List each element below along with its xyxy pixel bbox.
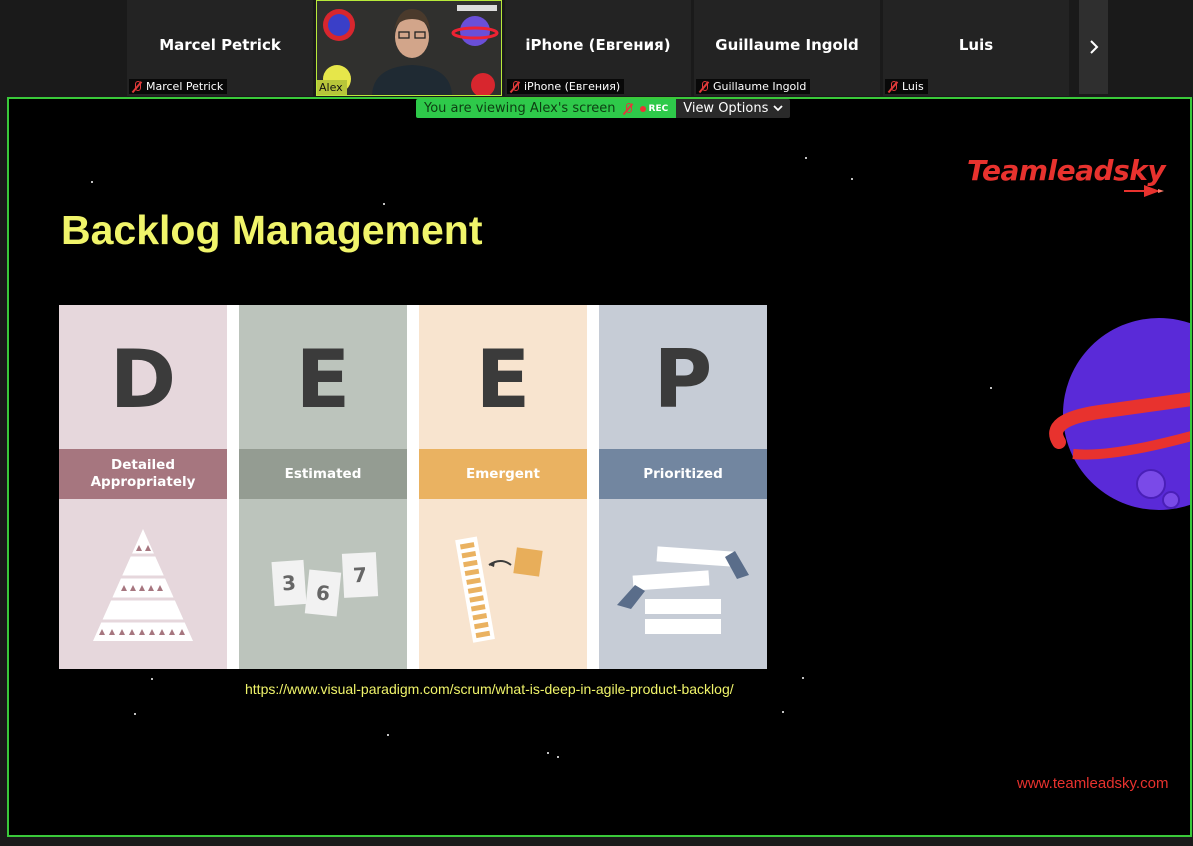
deep-column-estimated: E Estimated 3 6 7 — [239, 305, 407, 669]
estimate-card: 3 — [271, 559, 307, 607]
pyramid-icon — [93, 529, 193, 641]
view-options-button[interactable]: View Options — [676, 99, 791, 118]
star-dot — [383, 203, 385, 205]
participant-tag: Marcel Petrick — [129, 79, 228, 94]
participant-tile-iphone[interactable]: iPhone (Евгения) iPhone (Евгения) — [505, 0, 691, 96]
deep-letter: E — [295, 333, 351, 426]
deep-letter: P — [653, 333, 713, 426]
star-dot — [782, 711, 784, 713]
star-dot — [557, 756, 559, 758]
emergent-list-icon — [455, 536, 543, 643]
star-dot — [134, 713, 136, 715]
participant-tag: Luis — [885, 79, 928, 94]
participant-tag: iPhone (Евгения) — [507, 79, 625, 94]
star-dot — [851, 178, 853, 180]
website-text: www.teamleadsky.com — [1017, 775, 1169, 792]
screen-share-banner: You are viewing Alex's screen REC View O… — [416, 99, 791, 118]
participant-name: iPhone (Евгения) — [525, 36, 671, 54]
participant-strip: Marcel Petrick Marcel Petrick Alex iPhon… — [0, 0, 1193, 97]
participant-tile-guillaume[interactable]: Guillaume Ingold Guillaume Ingold — [694, 0, 880, 96]
mic-muted-icon — [509, 80, 521, 93]
estimate-card: 6 — [304, 569, 342, 617]
star-dot — [387, 734, 389, 736]
viewing-indicator: You are viewing Alex's screen REC — [416, 99, 677, 118]
participant-tag: Guillaume Ingold — [696, 79, 811, 94]
star-dot — [547, 752, 549, 754]
deep-diagram: D Detailed Appropriately E Estimated 3 6… — [59, 305, 767, 669]
participant-name: Luis — [958, 36, 994, 54]
participant-tag: Alex — [317, 80, 347, 95]
deep-column-prioritized: P Prioritized — [599, 305, 767, 669]
participant-name: Marcel Petrick — [159, 36, 281, 54]
next-participants-button[interactable] — [1079, 0, 1108, 94]
deep-column-detailed: D Detailed Appropriately — [59, 305, 227, 669]
rec-dot-icon — [639, 105, 646, 112]
deep-column-emergent: E Emergent — [419, 305, 587, 669]
viewing-label: You are viewing Alex's screen — [424, 101, 616, 116]
deep-label: Prioritized — [599, 449, 767, 499]
mic-muted-icon — [887, 80, 899, 93]
mic-muted-icon — [698, 80, 710, 93]
deep-letter: D — [109, 333, 177, 426]
participant-tile-luis[interactable]: Luis Luis — [883, 0, 1069, 96]
star-dot — [91, 181, 93, 183]
source-link[interactable]: https://www.visual-paradigm.com/scrum/wh… — [245, 681, 734, 697]
chevron-down-icon — [773, 105, 784, 112]
star-dot — [151, 678, 153, 680]
meeting-toolbar — [0, 837, 1193, 846]
estimate-card: 7 — [341, 552, 379, 598]
participant-tile-marcel[interactable]: Marcel Petrick Marcel Petrick — [127, 0, 313, 96]
participant-tile-alex-video[interactable]: Alex — [316, 0, 502, 96]
chevron-right-icon — [1089, 40, 1098, 54]
mic-muted-icon — [131, 80, 143, 93]
deep-label: Detailed Appropriately — [59, 449, 227, 499]
star-dot — [802, 677, 804, 679]
rocket-icon — [1124, 185, 1164, 197]
star-dot — [805, 157, 807, 159]
recording-indicator: REC — [639, 104, 668, 114]
deep-label: Estimated — [239, 449, 407, 499]
planet-icon — [1049, 318, 1190, 510]
deep-letter: E — [475, 333, 531, 426]
slide-title: Backlog Management — [61, 207, 483, 253]
shared-screen: Backlog Management Teamleadsky D Detaile… — [7, 97, 1192, 837]
presenter-mic-muted-icon — [622, 102, 634, 115]
estimate-cards: 3 6 7 — [239, 515, 407, 665]
star-dot — [990, 387, 992, 389]
participant-name: Guillaume Ingold — [715, 36, 859, 54]
priority-stack-icon — [617, 546, 749, 634]
deep-label: Emergent — [419, 449, 587, 499]
